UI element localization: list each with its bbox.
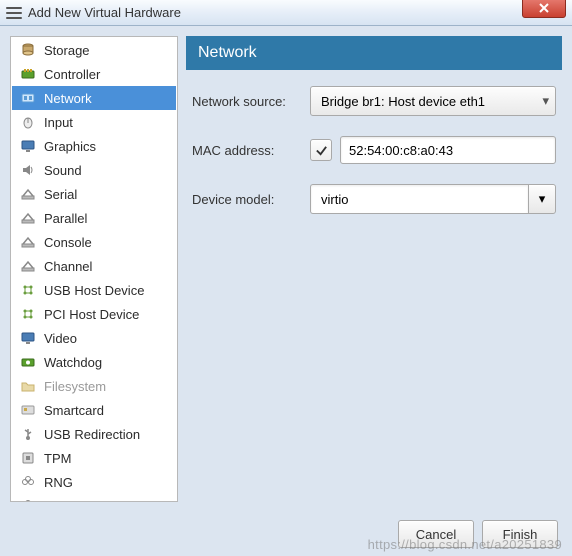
sidebar-item-label: PCI Host Device [44, 307, 139, 322]
sidebar-item-video[interactable]: Video [12, 326, 176, 350]
tpm-icon [20, 450, 36, 466]
sidebar-item-smartcard[interactable]: Smartcard [12, 398, 176, 422]
host-icon [20, 306, 36, 322]
sidebar-item-usb-redirection[interactable]: USB Redirection [12, 422, 176, 446]
sidebar-item-channel[interactable]: Channel [12, 254, 176, 278]
device-model-combo[interactable]: virtio ▾ [310, 184, 556, 214]
sidebar-item-label: USB Host Device [44, 283, 144, 298]
network-source-value: Bridge br1: Host device eth1 [321, 94, 485, 109]
device-model-value: virtio [321, 192, 348, 207]
display-icon [20, 330, 36, 346]
mac-address-label: MAC address: [192, 143, 302, 158]
mouse-icon [20, 114, 36, 130]
mac-address-value: 52:54:00:c8:a0:43 [349, 143, 453, 158]
sidebar-item-serial[interactable]: Serial [12, 182, 176, 206]
disk-icon [20, 42, 36, 58]
sidebar-item-label: Storage [44, 43, 90, 58]
sidebar-item-label: Smartcard [44, 403, 104, 418]
display-icon [20, 138, 36, 154]
device-model-row: Device model: virtio ▾ [192, 184, 556, 214]
sidebar-item-watchdog[interactable]: Watchdog [12, 350, 176, 374]
sidebar-item-label: RNG [44, 475, 73, 490]
sidebar-item-panic-notifier[interactable]: Panic Notifier [12, 494, 176, 502]
mac-enable-checkbox[interactable] [310, 139, 332, 161]
usb-icon [20, 426, 36, 442]
controller-icon [20, 66, 36, 82]
sidebar-item-label: Parallel [44, 211, 87, 226]
window-icon [6, 7, 22, 19]
sidebar-item-label: Input [44, 115, 73, 130]
nic-icon [20, 90, 36, 106]
device-model-label: Device model: [192, 192, 302, 207]
sidebar-item-rng[interactable]: RNG [12, 470, 176, 494]
sidebar-item-label: Sound [44, 163, 82, 178]
close-button[interactable] [522, 0, 566, 18]
network-source-dropdown[interactable]: Bridge br1: Host device eth1 ▾ [310, 86, 556, 116]
sidebar-item-label: TPM [44, 451, 71, 466]
speaker-icon [20, 162, 36, 178]
sidebar-item-storage[interactable]: Storage [12, 38, 176, 62]
port-icon [20, 234, 36, 250]
hardware-type-list[interactable]: Storage Controller Network Input Graphics Sou… [10, 36, 178, 502]
rng-icon [20, 498, 36, 502]
host-icon [20, 282, 36, 298]
sidebar-item-label: Controller [44, 67, 100, 82]
sidebar-item-network[interactable]: Network [12, 86, 176, 110]
rng-icon [20, 474, 36, 490]
chevron-down-icon: ▾ [542, 93, 549, 109]
dialog-footer: Cancel Finish [0, 512, 572, 556]
sidebar-item-graphics[interactable]: Graphics [12, 134, 176, 158]
sidebar-item-usb-host-device[interactable]: USB Host Device [12, 278, 176, 302]
sidebar-item-label: Video [44, 331, 77, 346]
sidebar-item-pci-host-device[interactable]: PCI Host Device [12, 302, 176, 326]
sidebar-item-label: Panic Notifier [44, 499, 121, 503]
smartcard-icon [20, 402, 36, 418]
sidebar-item-label: USB Redirection [44, 427, 140, 442]
sidebar-item-label: Serial [44, 187, 77, 202]
sidebar-item-label: Watchdog [44, 355, 102, 370]
sidebar-item-label: Channel [44, 259, 92, 274]
sidebar-item-tpm[interactable]: TPM [12, 446, 176, 470]
sidebar-item-sound[interactable]: Sound [12, 158, 176, 182]
finish-button[interactable]: Finish [482, 520, 558, 548]
chevron-down-icon: ▾ [539, 191, 546, 207]
folder-icon [20, 378, 36, 394]
sidebar-item-parallel[interactable]: Parallel [12, 206, 176, 230]
port-icon [20, 258, 36, 274]
port-icon [20, 186, 36, 202]
sidebar-item-input[interactable]: Input [12, 110, 176, 134]
network-source-label: Network source: [192, 94, 302, 109]
sidebar-item-label: Graphics [44, 139, 96, 154]
panel-title: Network [186, 36, 562, 70]
mac-address-row: MAC address: 52:54:00:c8:a0:43 [192, 136, 556, 164]
main-panel: Network Network source: Bridge br1: Host… [186, 36, 562, 502]
watchdog-icon [20, 354, 36, 370]
sidebar-item-label: Network [44, 91, 92, 106]
device-model-dropdown-button[interactable]: ▾ [528, 184, 556, 214]
close-icon [539, 3, 549, 13]
sidebar-item-label: Filesystem [44, 379, 106, 394]
sidebar-item-console[interactable]: Console [12, 230, 176, 254]
network-form: Network source: Bridge br1: Host device … [186, 70, 562, 220]
dialog-content: Storage Controller Network Input Graphics Sou… [0, 26, 572, 512]
checkmark-icon [315, 144, 328, 157]
network-source-row: Network source: Bridge br1: Host device … [192, 86, 556, 116]
window-title: Add New Virtual Hardware [28, 5, 181, 20]
sidebar-item-filesystem: Filesystem [12, 374, 176, 398]
sidebar-item-controller[interactable]: Controller [12, 62, 176, 86]
mac-address-input[interactable]: 52:54:00:c8:a0:43 [340, 136, 556, 164]
titlebar: Add New Virtual Hardware [0, 0, 572, 26]
cancel-button[interactable]: Cancel [398, 520, 474, 548]
port-icon [20, 210, 36, 226]
sidebar-item-label: Console [44, 235, 92, 250]
